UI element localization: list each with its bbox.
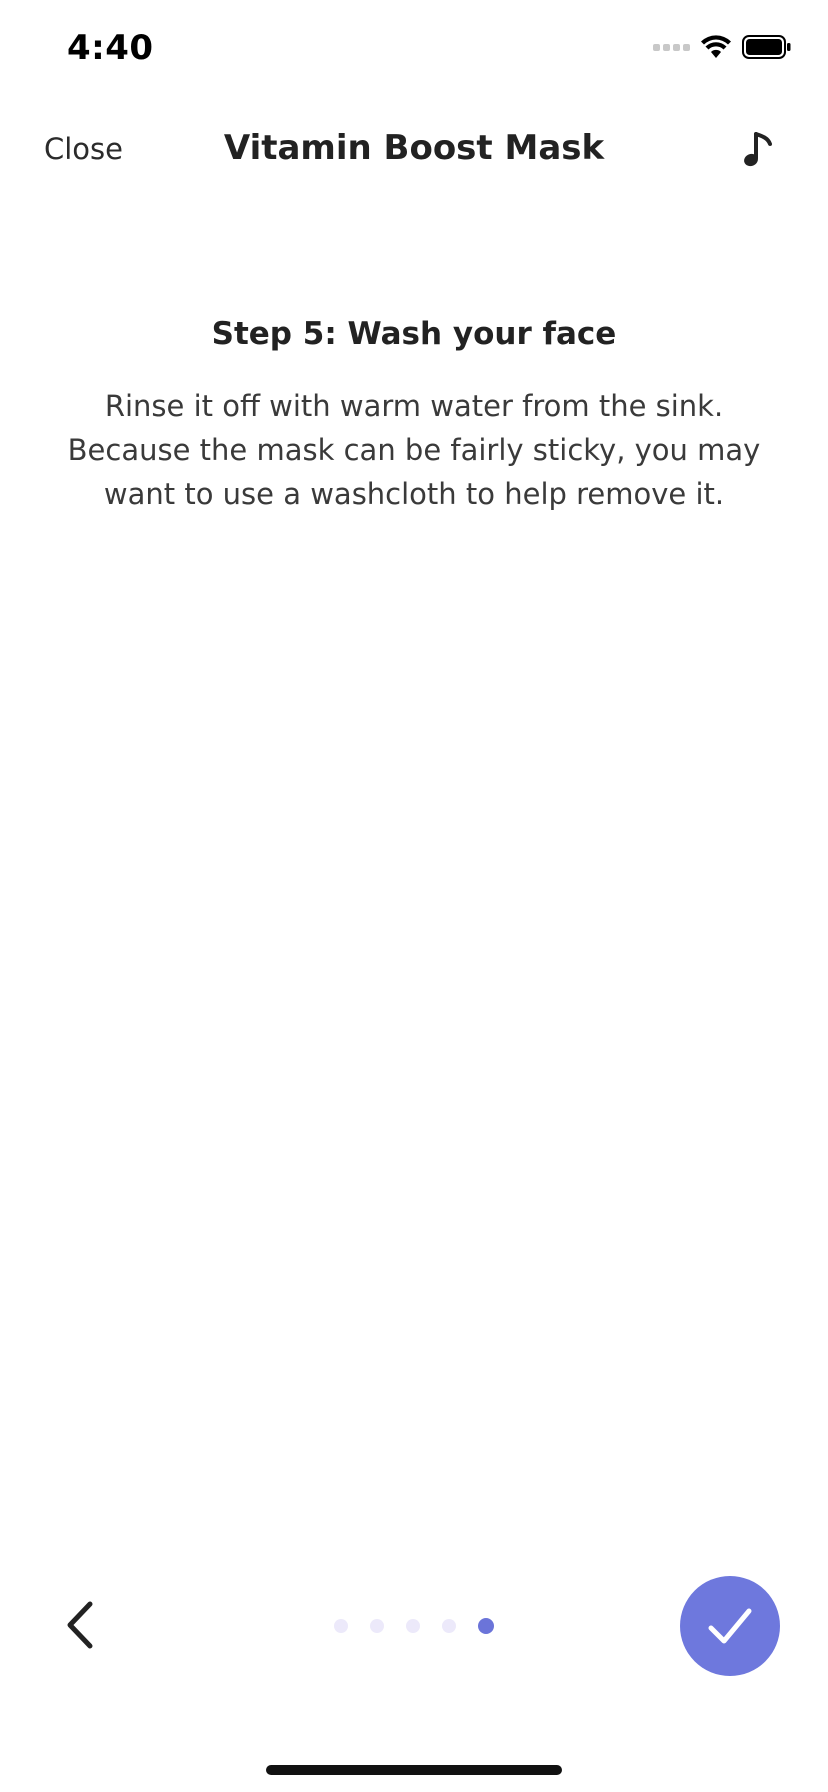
nav-bar: Close Vitamin Boost Mask xyxy=(0,110,828,190)
page-dot xyxy=(370,1619,384,1633)
step-description: Rinse it off with warm water from the si… xyxy=(67,389,761,511)
music-button[interactable] xyxy=(740,130,776,170)
page-dot xyxy=(478,1618,494,1634)
status-bar: 4:40 xyxy=(0,0,828,100)
checkmark-icon xyxy=(708,1608,752,1644)
battery-icon xyxy=(742,35,791,59)
status-icons xyxy=(653,34,792,60)
page-dot xyxy=(442,1619,456,1633)
page-dot xyxy=(406,1619,420,1633)
cellular-signal-icon xyxy=(653,43,690,51)
done-button[interactable] xyxy=(680,1576,780,1676)
music-note-icon xyxy=(744,132,772,167)
step-title: Step 5: Wash your face xyxy=(211,316,617,352)
chevron-left-icon xyxy=(67,1601,93,1649)
back-button[interactable] xyxy=(58,1598,102,1652)
status-time: 4:40 xyxy=(67,28,154,68)
home-indicator[interactable] xyxy=(266,1765,562,1775)
page-dot xyxy=(334,1619,348,1633)
wifi-icon xyxy=(701,35,731,58)
page-title: Vitamin Boost Mask xyxy=(223,128,605,168)
page-indicator xyxy=(334,1618,494,1634)
